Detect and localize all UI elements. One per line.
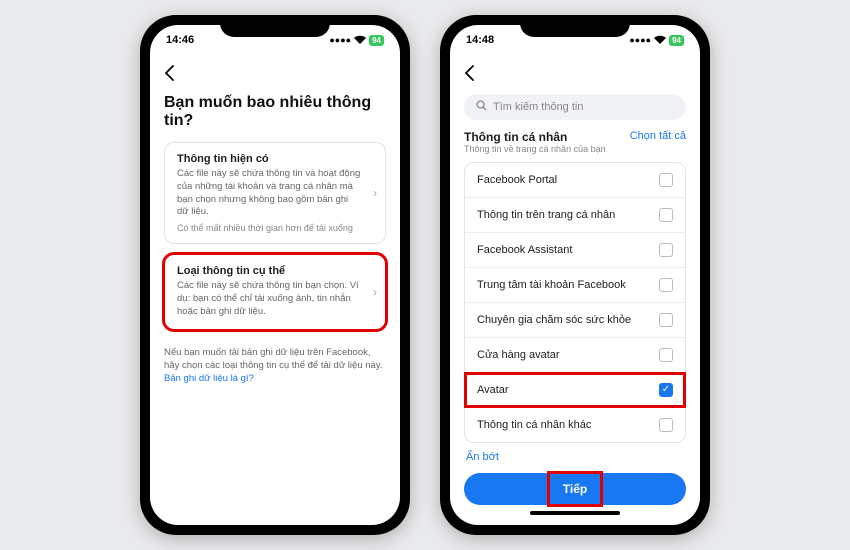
screen-right: 14:48 ●●●● 94 Tìm kiếm thông tin bbox=[450, 25, 700, 525]
status-right: ●●●● 94 bbox=[629, 35, 684, 46]
option-specific-info[interactable]: Loại thông tin cụ thể Các file này sẽ ch… bbox=[164, 254, 386, 329]
status-time: 14:48 bbox=[466, 34, 494, 46]
chevron-right-icon: › bbox=[373, 285, 377, 299]
list-item[interactable]: Facebook Assistant bbox=[465, 233, 685, 268]
list-item-avatar[interactable]: Avatar ✓ bbox=[465, 373, 685, 408]
item-label: Facebook Portal bbox=[477, 174, 557, 186]
page-title: Bạn muốn bao nhiêu thông tin? bbox=[164, 94, 386, 130]
item-label: Chuyên gia chăm sóc sức khỏe bbox=[477, 314, 631, 326]
chevron-right-icon: › bbox=[373, 186, 377, 200]
item-label: Cửa hàng avatar bbox=[477, 349, 560, 361]
search-icon bbox=[476, 100, 487, 114]
section-header: Thông tin cá nhân Thông tin về trang cá … bbox=[464, 130, 686, 154]
list-item[interactable]: Thông tin cá nhân khác bbox=[465, 408, 685, 442]
list-item[interactable]: Facebook Portal bbox=[465, 163, 685, 198]
checkbox[interactable] bbox=[659, 348, 673, 362]
content-left: Bạn muốn bao nhiêu thông tin? Thông tin … bbox=[150, 55, 400, 525]
option-desc: Các file này sẽ chứa thông tin bạn chọn.… bbox=[177, 280, 361, 318]
item-label: Facebook Assistant bbox=[477, 244, 572, 256]
back-button[interactable] bbox=[464, 61, 686, 94]
wifi-icon bbox=[654, 35, 666, 46]
status-right: ●●●● 94 bbox=[329, 35, 384, 46]
notch bbox=[520, 15, 630, 37]
option-title: Loại thông tin cụ thể bbox=[177, 265, 361, 277]
select-all-button[interactable]: Chọn tất cả bbox=[630, 130, 686, 142]
wifi-icon bbox=[354, 35, 366, 46]
footer-note: Nếu bạn muốn tải bản ghi dữ liệu trên Fa… bbox=[164, 346, 386, 386]
list-item[interactable]: Cửa hàng avatar bbox=[465, 338, 685, 373]
info-checklist: Facebook Portal Thông tin trên trang cá … bbox=[464, 162, 686, 443]
continue-label: Tiếp bbox=[563, 482, 587, 496]
data-log-help-link[interactable]: Bản ghi dữ liệu là gì? bbox=[164, 373, 254, 384]
option-title: Thông tin hiện có bbox=[177, 153, 361, 165]
notch bbox=[220, 15, 330, 37]
battery-icon: 94 bbox=[369, 35, 384, 46]
item-label: Avatar bbox=[477, 384, 509, 396]
item-label: Thông tin trên trang cá nhân bbox=[477, 209, 615, 221]
home-indicator bbox=[530, 511, 620, 515]
section-title: Thông tin cá nhân bbox=[464, 130, 606, 144]
signal-icon: ●●●● bbox=[329, 35, 351, 45]
screen-left: 14:46 ●●●● 94 Bạn muốn bao nhiêu thông t… bbox=[150, 25, 400, 525]
checkbox[interactable] bbox=[659, 278, 673, 292]
list-item[interactable]: Thông tin trên trang cá nhân bbox=[465, 198, 685, 233]
checkbox[interactable] bbox=[659, 208, 673, 222]
search-placeholder: Tìm kiếm thông tin bbox=[493, 101, 583, 113]
section-subtitle: Thông tin về trang cá nhân của bạn bbox=[464, 144, 606, 154]
option-desc: Các file này sẽ chứa thông tin và hoạt đ… bbox=[177, 168, 361, 219]
content-right: Tìm kiếm thông tin Thông tin cá nhân Thô… bbox=[450, 55, 700, 525]
status-time: 14:46 bbox=[166, 34, 194, 46]
collapse-button[interactable]: Ẩn bớt bbox=[464, 443, 686, 463]
back-button[interactable] bbox=[164, 61, 386, 94]
checkbox-checked[interactable]: ✓ bbox=[659, 383, 673, 397]
option-existing-info[interactable]: Thông tin hiện có Các file này sẽ chứa t… bbox=[164, 142, 386, 244]
continue-button[interactable]: Tiếp bbox=[464, 473, 686, 505]
item-label: Trung tâm tài khoản Facebook bbox=[477, 279, 626, 291]
option-subnote: Có thể mất nhiều thời gian hơn đế tải xu… bbox=[177, 223, 361, 233]
note-text: Nếu bạn muốn tải bản ghi dữ liệu trên Fa… bbox=[164, 347, 383, 371]
phone-left: 14:46 ●●●● 94 Bạn muốn bao nhiêu thông t… bbox=[140, 15, 410, 535]
checkbox[interactable] bbox=[659, 418, 673, 432]
list-item[interactable]: Trung tâm tài khoản Facebook bbox=[465, 268, 685, 303]
checkbox[interactable] bbox=[659, 173, 673, 187]
search-input[interactable]: Tìm kiếm thông tin bbox=[464, 94, 686, 120]
list-item[interactable]: Chuyên gia chăm sóc sức khỏe bbox=[465, 303, 685, 338]
checkbox[interactable] bbox=[659, 243, 673, 257]
phone-right: 14:48 ●●●● 94 Tìm kiếm thông tin bbox=[440, 15, 710, 535]
battery-icon: 94 bbox=[669, 35, 684, 46]
checkbox[interactable] bbox=[659, 313, 673, 327]
item-label: Thông tin cá nhân khác bbox=[477, 419, 591, 431]
signal-icon: ●●●● bbox=[629, 35, 651, 45]
